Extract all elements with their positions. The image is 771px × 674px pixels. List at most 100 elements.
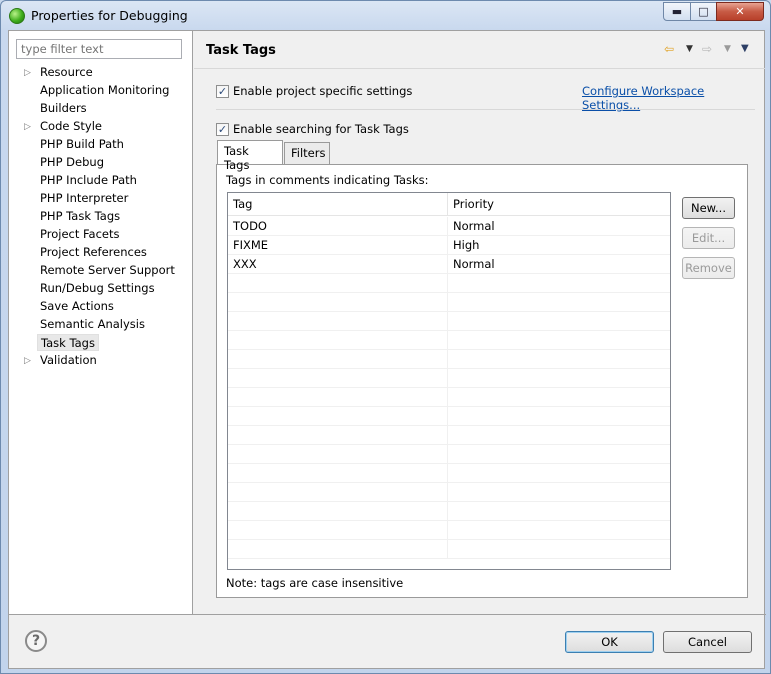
priority-cell (448, 445, 670, 464)
expand-icon[interactable]: ▷ (24, 65, 31, 82)
priority-cell (448, 274, 670, 293)
cancel-button[interactable]: Cancel (663, 631, 752, 653)
dialog-body: ▷ Resource Application Monitoring Builders ▷… (8, 30, 766, 669)
table-row[interactable] (228, 350, 670, 369)
table-row[interactable] (228, 388, 670, 407)
tree-item[interactable]: Project Facets (37, 226, 123, 243)
forward-arrow-icon: ⇨ (702, 42, 713, 56)
tag-cell (228, 350, 448, 369)
close-button[interactable]: ✕ (716, 2, 764, 21)
tree-item[interactable]: Remote Server Support (37, 262, 178, 279)
tree-item-label: PHP Build Path (40, 137, 124, 151)
table-row[interactable] (228, 426, 670, 445)
tree-item[interactable]: Builders (37, 100, 90, 117)
tag-cell (228, 521, 448, 540)
checkbox-checked-icon: ✓ (216, 122, 229, 136)
edit-button: Edit... (682, 227, 735, 249)
remove-button: Remove (682, 257, 735, 279)
table-header: Tag Priority (228, 193, 670, 216)
table-row[interactable]: XXX Normal (228, 255, 670, 274)
back-menu-icon[interactable]: ▼ (686, 41, 693, 57)
tree-item-label: PHP Task Tags (40, 209, 121, 223)
table-row[interactable] (228, 464, 670, 483)
tree-item[interactable]: Project References (37, 244, 150, 261)
tree-item-label: Save Actions (40, 299, 114, 313)
table-row[interactable] (228, 312, 670, 331)
checkbox-checked-icon: ✓ (216, 84, 229, 98)
tree-item[interactable]: Semantic Analysis (37, 316, 148, 333)
filter-input[interactable] (16, 39, 182, 59)
expand-icon[interactable]: ▷ (24, 353, 31, 370)
priority-cell (448, 293, 670, 312)
table-row[interactable]: FIXME High (228, 236, 670, 255)
tree-item[interactable]: PHP Build Path (37, 136, 127, 153)
view-menu-icon[interactable]: ▼ (741, 41, 749, 57)
tab-filters[interactable]: Filters (284, 142, 330, 164)
tree-item[interactable]: ▷ Validation (24, 352, 100, 369)
task-tags-table[interactable]: Tag Priority TODO Normal FIXME High XXX Norma… (227, 192, 671, 570)
tree-item-label: PHP Debug (40, 155, 104, 169)
help-icon[interactable]: ? (25, 630, 47, 652)
project-specific-checkbox[interactable]: ✓ Enable project specific settings (216, 83, 412, 99)
maximize-icon: □ (698, 5, 709, 18)
tree-item[interactable]: PHP Include Path (37, 172, 140, 189)
tree-item[interactable]: ▷ Resource (24, 64, 96, 81)
tree-item[interactable]: ▷ Code Style (24, 118, 105, 135)
table-row[interactable] (228, 502, 670, 521)
close-icon: ✕ (735, 5, 745, 18)
minimize-button[interactable]: ▬ (663, 2, 691, 21)
header-separator (194, 68, 765, 69)
table-row[interactable] (228, 445, 670, 464)
tags-panel-label: Tags in comments indicating Tasks: (226, 173, 429, 187)
tree-item[interactable]: PHP Task Tags (37, 208, 123, 225)
tag-cell: FIXME (228, 236, 448, 255)
settings-separator (216, 109, 755, 110)
back-arrow-icon[interactable]: ⇦ (664, 41, 674, 57)
tree-item-label: Code Style (40, 119, 102, 133)
table-row[interactable] (228, 369, 670, 388)
tag-cell (228, 388, 448, 407)
title-bar[interactable]: Properties for Debugging ▬ □ ✕ (1, 1, 770, 31)
tree-item[interactable]: PHP Interpreter (37, 190, 131, 207)
tree-item-label: Semantic Analysis (40, 317, 145, 331)
table-row[interactable] (228, 521, 670, 540)
column-header-tag[interactable]: Tag (228, 193, 448, 216)
tab-task-tags[interactable]: Task Tags (217, 140, 283, 172)
new-button[interactable]: New... (682, 197, 735, 219)
table-row[interactable] (228, 331, 670, 350)
priority-cell (448, 426, 670, 445)
page-title: Task Tags (206, 43, 276, 58)
table-row[interactable] (228, 274, 670, 293)
tag-cell (228, 502, 448, 521)
configure-workspace-link[interactable]: Configure Workspace Settings... (582, 84, 765, 112)
enable-search-label: Enable searching for Task Tags (233, 122, 409, 136)
table-row[interactable] (228, 483, 670, 502)
tree-item[interactable]: Run/Debug Settings (37, 280, 158, 297)
tag-cell (228, 331, 448, 350)
tag-cell (228, 464, 448, 483)
tag-cell (228, 293, 448, 312)
maximize-button[interactable]: □ (690, 2, 717, 21)
table-row[interactable] (228, 540, 670, 559)
priority-cell: Normal (453, 257, 495, 271)
tree-item[interactable]: Application Monitoring (37, 82, 172, 99)
table-row[interactable]: TODO Normal (228, 217, 670, 236)
priority-cell (448, 521, 670, 540)
tree-item[interactable]: Task Tags (37, 334, 99, 351)
table-row[interactable] (228, 293, 670, 312)
tree-item[interactable]: Save Actions (37, 298, 117, 315)
window-title: Properties for Debugging (31, 8, 188, 23)
tree-item-label: Task Tags (41, 336, 95, 350)
enable-search-checkbox[interactable]: ✓ Enable searching for Task Tags (216, 121, 409, 137)
properties-window: Properties for Debugging ▬ □ ✕ ▷ Resource… (0, 0, 771, 674)
tree-item[interactable]: PHP Debug (37, 154, 107, 171)
column-header-priority[interactable]: Priority (448, 193, 670, 216)
tree-item-label: Project Facets (40, 227, 120, 241)
ok-button[interactable]: OK (565, 631, 654, 653)
table-row[interactable] (228, 407, 670, 426)
expand-icon[interactable]: ▷ (24, 119, 31, 136)
tag-cell: TODO (228, 217, 448, 236)
task-tags-panel: Tags in comments indicating Tasks: Tag P… (216, 164, 748, 598)
tree-item-label: PHP Include Path (40, 173, 137, 187)
tree-item-label: Resource (40, 65, 93, 79)
